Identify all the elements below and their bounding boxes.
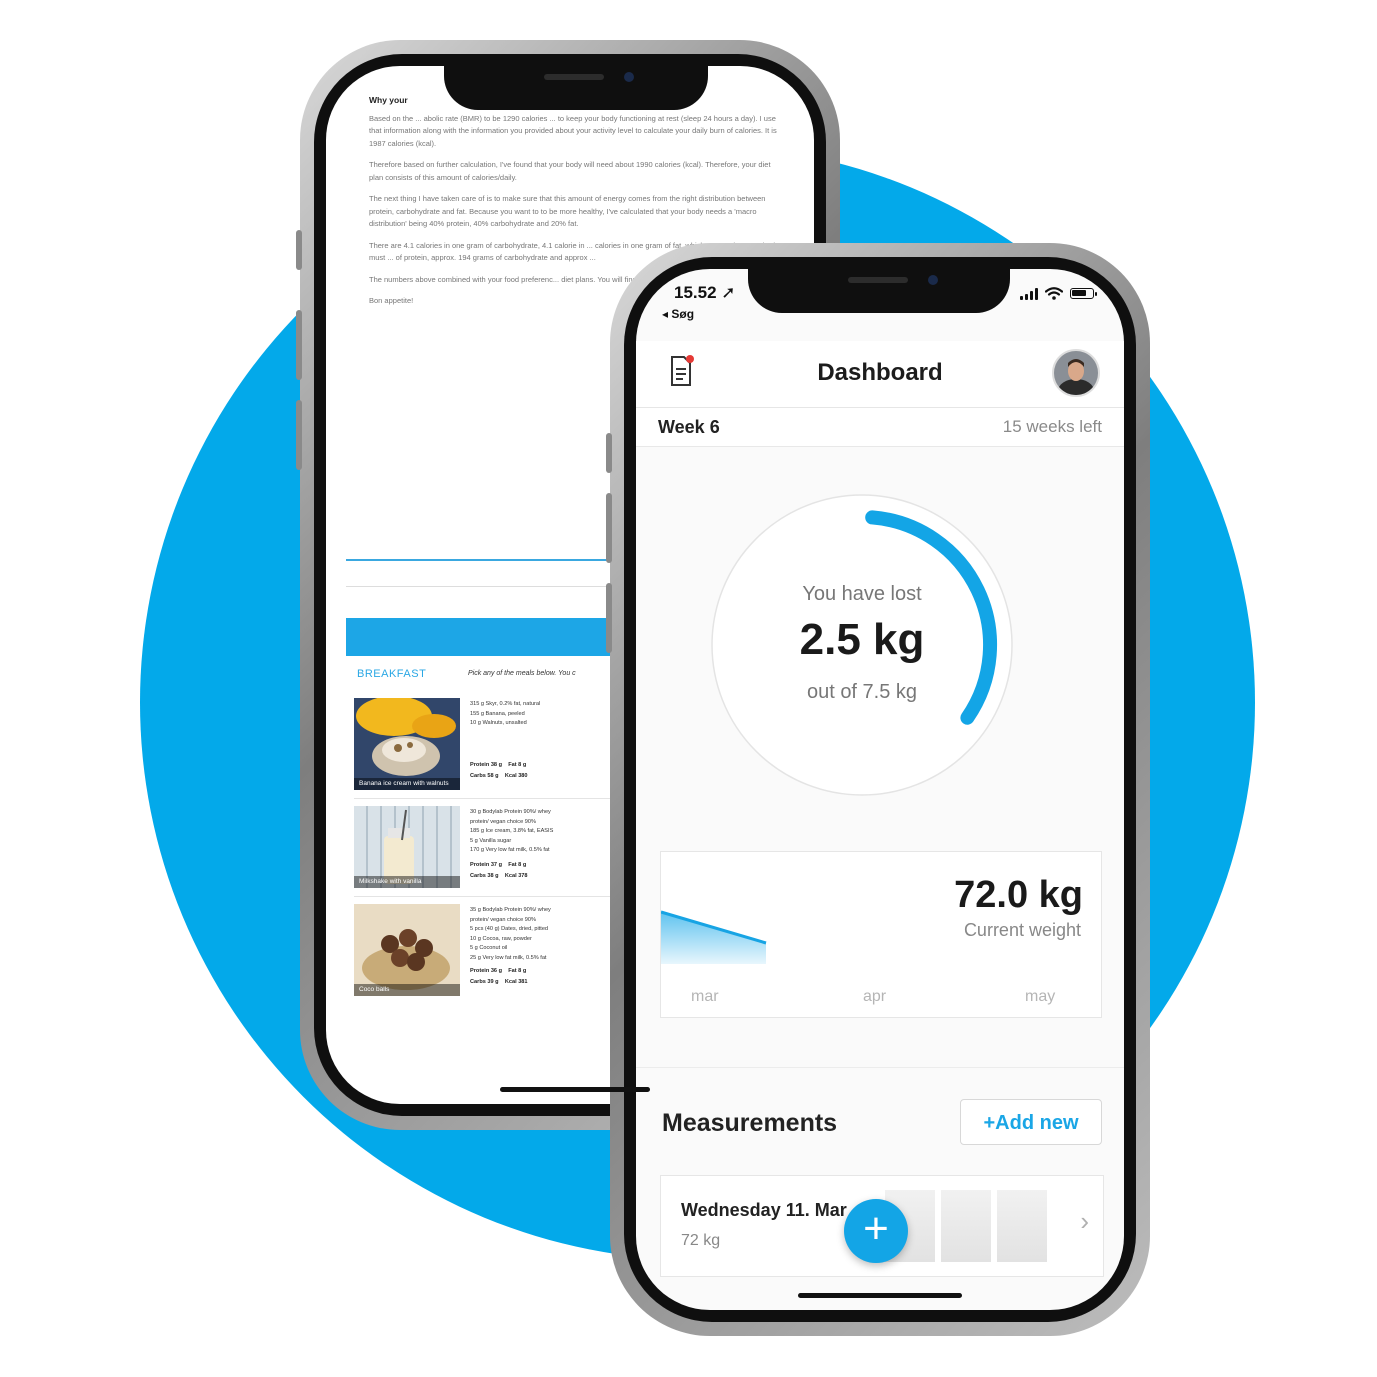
back-to-search-link[interactable]: ◂ Søg — [662, 307, 694, 321]
month-label: may — [1025, 988, 1056, 1005]
signal-icon — [1020, 287, 1038, 300]
status-time: 15.52 ➚ — [674, 283, 736, 302]
front-camera — [928, 275, 938, 285]
back-notch — [444, 66, 708, 110]
front-phone-screen[interactable]: 15.52 ➚ ◂ Søg Dashboard Week 6 15 weeks … — [636, 269, 1124, 1310]
page-title: Dashboard — [817, 359, 943, 386]
measurement-weight: 72 kg — [681, 1232, 721, 1249]
meal-macros: Protein 37 g Fat 8 g Carbs 38 g Kcal 378 — [470, 862, 528, 879]
home-indicator — [798, 1293, 962, 1298]
meal-caption: Banana ice cream with walnuts — [354, 778, 460, 790]
weeks-left: 15 weeks left — [1002, 417, 1102, 436]
volume-down-button — [296, 400, 302, 470]
month-label: apr — [863, 988, 887, 1005]
meal-ingredients: 35 g Bodylab Protein 90%/ whey protein/ … — [470, 907, 551, 961]
chevron-right-icon: › — [1080, 1206, 1089, 1236]
breakfast-heading: BREAKFAST — [357, 668, 427, 680]
week-label: Week 6 — [658, 417, 720, 437]
month-label: mar — [691, 988, 719, 1005]
section-divider — [636, 1067, 1124, 1068]
home-indicator — [500, 1087, 650, 1092]
measurements-title: Measurements — [662, 1109, 838, 1137]
breakfast-note: Pick any of the meals below. You c — [468, 670, 576, 677]
mute-switch — [606, 433, 612, 473]
speaker — [848, 277, 908, 283]
doc-paragraph: Based on the ... abolic rate (BMR) to be… — [369, 113, 777, 148]
mute-switch — [296, 230, 302, 270]
current-weight-label: Current weight — [963, 920, 1081, 940]
add-measurement-button[interactable]: +Add new — [960, 1099, 1102, 1145]
lost-goal: out of 7.5 kg — [806, 681, 918, 703]
front-phone: 15.52 ➚ ◂ Søg Dashboard Week 6 15 weeks … — [606, 243, 1150, 1336]
lost-value: 2.5 kg — [799, 615, 925, 664]
front-notch — [748, 269, 1010, 313]
speaker — [544, 74, 604, 80]
app-header: Dashboard — [636, 341, 1124, 408]
meal-ingredients: 315 g Skyr, 0.2% fat, natural 155 g Bana… — [470, 701, 541, 726]
weight-chart-card[interactable]: 72.0 kg Current weight mar apr may — [660, 851, 1102, 1018]
current-weight-value: 72.0 kg — [954, 874, 1083, 916]
battery-icon — [1070, 288, 1097, 299]
lost-label: You have lost — [802, 583, 922, 605]
meal-caption: Milkshake with vanilla — [354, 876, 460, 888]
status-icons — [1020, 287, 1097, 300]
meal-photo: Coco balls — [354, 904, 460, 996]
doc-paragraph: The next thing I have taken care of is t… — [369, 194, 766, 228]
add-fab-button[interactable]: + — [844, 1199, 908, 1263]
photo-thumbnail — [997, 1190, 1047, 1262]
meal-caption: Coco balls — [354, 984, 460, 996]
meal-macros: Protein 38 g Fat 8 g Carbs 58 g Kcal 380 — [470, 762, 528, 779]
meal-ingredients: 30 g Bodylab Protein 90%/ whey protein/ … — [470, 809, 554, 853]
volume-down-button — [606, 583, 612, 653]
meal-photo: Banana ice cream with walnuts — [354, 698, 460, 790]
photo-thumbnail — [941, 1190, 991, 1262]
wifi-icon — [1045, 287, 1063, 300]
week-bar: Week 6 15 weeks left — [636, 408, 1124, 447]
meal-photo: Milkshake with vanilla — [354, 806, 460, 898]
measurement-date: Wednesday 11. Mar — [681, 1200, 847, 1220]
weight-loss-progress: You have lost 2.5 kg out of 7.5 kg — [702, 485, 1022, 805]
front-camera — [624, 72, 634, 82]
volume-up-button — [606, 493, 612, 563]
volume-up-button — [296, 310, 302, 380]
meal-macros: Protein 36 g Fat 8 g Carbs 39 g Kcal 381 — [470, 968, 528, 985]
doc-paragraph: Therefore based on further calculation, … — [369, 160, 771, 182]
avatar[interactable] — [1052, 349, 1100, 397]
